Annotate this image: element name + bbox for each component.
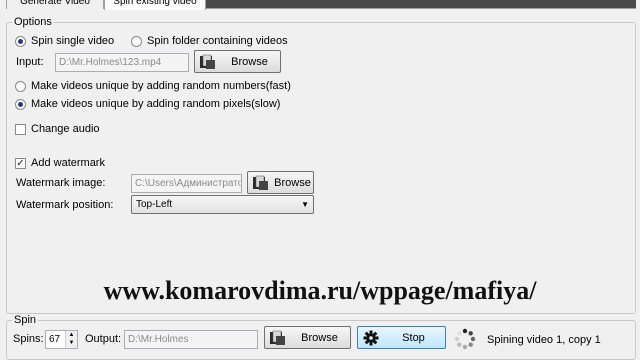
checkbox-unchecked-icon [15, 123, 26, 135]
spin-status-text: Spining video 1, copy 1 [487, 334, 601, 346]
folder-icon [270, 330, 285, 345]
input-path-field[interactable]: D:\Mr.Holmes\123.mp4 [55, 53, 189, 72]
watermark-image-label: Watermark image: [16, 177, 106, 189]
options-group-title: Options [12, 16, 54, 28]
tabstrip-background [206, 0, 636, 8]
unique-pixels-label: Make videos unique by adding random pixe… [31, 98, 281, 110]
watermark-position-label: Watermark position: [16, 199, 114, 211]
add-watermark-label: Add watermark [31, 157, 105, 169]
watermark-position-value: Top-Left [136, 199, 173, 210]
radio-unselected-icon [15, 80, 26, 92]
output-browse-button[interactable]: Browse [264, 326, 351, 349]
output-browse-label: Browse [301, 331, 338, 344]
watermark-browse-button[interactable]: Browse [247, 171, 314, 194]
unique-numbers-label: Make videos unique by adding random numb… [31, 80, 291, 92]
radio-selected-icon [15, 98, 26, 110]
spinner-icon [454, 328, 476, 350]
folder-icon [200, 54, 215, 69]
spin-single-label: Spin single video [31, 35, 115, 47]
input-label: Input: [16, 56, 44, 68]
spins-label: Spins: [13, 333, 44, 345]
stop-button[interactable]: Stop [357, 326, 446, 349]
output-label: Output: [85, 333, 122, 345]
tabstrip-divider [206, 8, 636, 9]
spin-folder-label: Spin folder containing videos [147, 35, 288, 47]
unique-pixels-radio[interactable]: Make videos unique by adding random pixe… [15, 98, 280, 110]
spin-folder-radio[interactable]: Spin folder containing videos [131, 35, 288, 47]
overlay-url-text: www.komarovdima.ru/wppage/mafiya/ [103, 276, 537, 305]
folder-icon [253, 175, 268, 190]
add-watermark-checkbox[interactable]: Add watermark [15, 157, 105, 169]
tab-strip: Generate Video Spin existing video [0, 0, 640, 10]
change-audio-checkbox[interactable]: Change audio [15, 123, 100, 135]
gear-icon [363, 330, 379, 345]
chevron-down-icon: ▼ [301, 200, 309, 209]
change-audio-label: Change audio [31, 123, 100, 135]
checkbox-checked-icon [15, 157, 26, 169]
input-browse-button[interactable]: Browse [194, 50, 281, 73]
stepper-arrows-icon[interactable]: ▲ ▼ [65, 331, 77, 348]
radio-unselected-icon [131, 35, 142, 47]
output-path-field[interactable]: D:\Mr.Holmes [124, 330, 258, 349]
spin-single-radio[interactable]: Spin single video [15, 35, 114, 47]
watermark-position-select[interactable]: Top-Left ▼ [131, 195, 314, 214]
tab-spin-existing-video[interactable]: Spin existing video [104, 0, 206, 10]
watermark-image-field[interactable]: C:\Users\Администрато [131, 174, 242, 193]
unique-numbers-radio[interactable]: Make videos unique by adding random numb… [15, 80, 291, 92]
spin-group-title: Spin [12, 314, 39, 326]
stop-label: Stop [402, 331, 425, 344]
watermark-browse-label: Browse [274, 176, 311, 189]
input-browse-label: Browse [231, 55, 268, 68]
tab-generate-video[interactable]: Generate Video [6, 0, 104, 9]
spins-stepper[interactable]: 67 ▲ ▼ [45, 330, 78, 349]
radio-selected-icon [15, 35, 26, 47]
spins-value: 67 [49, 334, 61, 345]
